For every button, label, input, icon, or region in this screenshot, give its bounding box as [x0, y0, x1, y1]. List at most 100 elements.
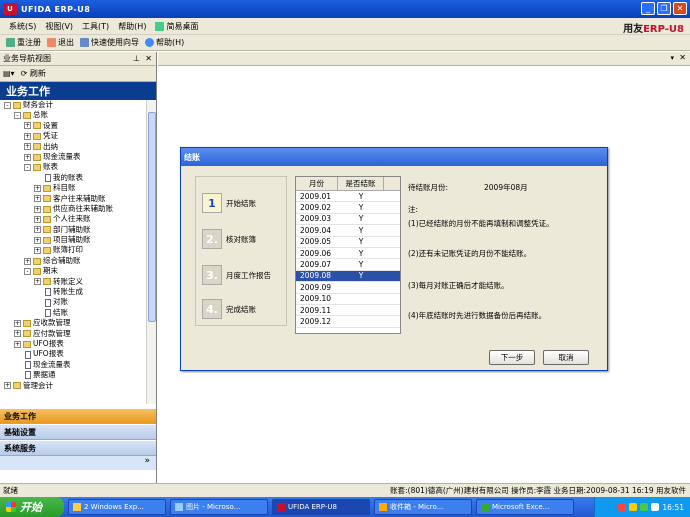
expand-icon[interactable]: +: [34, 184, 41, 192]
tray-icon-1[interactable]: [618, 503, 627, 511]
menu-tools[interactable]: 工具(T): [82, 21, 109, 32]
refresh-button[interactable]: ⟳ 刷新: [21, 68, 52, 79]
tree-item[interactable]: + 部门辅助账: [0, 225, 147, 235]
expand-chevron-icon[interactable]: »: [0, 456, 156, 470]
tree-item[interactable]: + UFO报表: [0, 339, 147, 349]
help-button[interactable]: 帮助(H): [145, 37, 184, 48]
task-excel[interactable]: Microsoft Exce...: [476, 499, 574, 515]
document-icon: [45, 309, 51, 317]
next-step-button[interactable]: 下一步: [489, 350, 535, 365]
tree-item[interactable]: 转账生成: [0, 287, 147, 297]
tree-item[interactable]: + 客户往来辅助账: [0, 194, 147, 204]
expand-icon[interactable]: +: [24, 143, 31, 151]
menu-simple-desktop[interactable]: 简易桌面: [155, 21, 198, 32]
tree-item[interactable]: + 现金流量表: [0, 152, 147, 162]
collapse-icon[interactable]: -: [24, 267, 31, 275]
tree-item[interactable]: + 项目辅助账: [0, 235, 147, 245]
tree-item[interactable]: - 期末: [0, 266, 147, 276]
tree-item[interactable]: - 账表: [0, 162, 147, 172]
tree-item[interactable]: + 应收款管理: [0, 318, 147, 328]
table-row[interactable]: 2009.07 Y: [296, 259, 400, 271]
scroll-thumb[interactable]: [148, 112, 156, 322]
tree-item[interactable]: + 账簿打印: [0, 245, 147, 255]
tree-item[interactable]: 现金流量表: [0, 360, 147, 370]
tree-item[interactable]: 我的账表: [0, 173, 147, 183]
closed-cell: [338, 305, 384, 315]
menu-view[interactable]: 视图(V): [45, 21, 73, 32]
cancel-button[interactable]: 取消: [543, 350, 589, 365]
task-windows-explorer[interactable]: 2 Windows Exp...: [68, 499, 166, 515]
expand-icon[interactable]: +: [34, 195, 41, 203]
closed-cell: Y: [358, 237, 364, 247]
tree-item[interactable]: + 设置: [0, 121, 147, 131]
table-row[interactable]: 2009.01 Y: [296, 191, 400, 203]
re-register-button[interactable]: 重注册: [6, 37, 41, 48]
tree-item[interactable]: + 个人往来账: [0, 214, 147, 224]
expand-icon[interactable]: +: [24, 257, 31, 265]
minimize-button[interactable]: _: [641, 2, 655, 15]
expand-icon[interactable]: +: [24, 132, 31, 140]
task-ufida[interactable]: UFIDA ERP-U8: [272, 499, 370, 515]
expand-icon[interactable]: +: [34, 226, 41, 234]
tray-icon-2[interactable]: [629, 503, 638, 511]
tree-item[interactable]: UFO报表: [0, 349, 147, 359]
expand-icon[interactable]: +: [34, 278, 41, 286]
menu-help[interactable]: 帮助(H): [118, 21, 146, 32]
expand-icon[interactable]: +: [24, 153, 31, 161]
table-row[interactable]: 2009.02 Y: [296, 202, 400, 214]
tray-icon-4[interactable]: [651, 503, 660, 511]
tree-item[interactable]: + 管理会计: [0, 381, 147, 391]
close-button[interactable]: ✕: [673, 2, 687, 15]
table-row[interactable]: 2009.03 Y: [296, 214, 400, 226]
task-inbox[interactable]: 收件箱 - Micro...: [374, 499, 472, 515]
tree-item[interactable]: + 凭证: [0, 131, 147, 141]
expand-icon[interactable]: +: [34, 247, 41, 255]
view-dropdown-icon[interactable]: ▤▾: [3, 69, 15, 78]
start-button[interactable]: 开始: [0, 497, 64, 517]
collapse-icon[interactable]: -: [4, 101, 11, 109]
expand-icon[interactable]: +: [14, 330, 21, 338]
collapse-icon[interactable]: -: [24, 164, 31, 172]
expand-icon[interactable]: +: [14, 319, 21, 327]
tree-item[interactable]: + 供应商往来辅助账: [0, 204, 147, 214]
expand-icon[interactable]: +: [34, 205, 41, 213]
navtab-system-service[interactable]: 系统服务: [0, 440, 156, 456]
task-picture[interactable]: 图片 - Microso...: [170, 499, 268, 515]
table-row[interactable]: 2009.06 Y: [296, 248, 400, 260]
expand-icon[interactable]: +: [14, 340, 21, 348]
tree-item[interactable]: + 转账定义: [0, 277, 147, 287]
tree-item[interactable]: - 财务会计: [0, 100, 147, 110]
dropdown-icon[interactable]: ▾: [670, 54, 674, 62]
restore-button[interactable]: ❐: [657, 2, 671, 15]
navtab-business[interactable]: 业务工作: [0, 408, 156, 424]
expand-icon[interactable]: +: [24, 122, 31, 130]
tree-item[interactable]: + 应付款管理: [0, 329, 147, 339]
table-row[interactable]: 2009.09: [296, 282, 400, 294]
exit-button[interactable]: 退出: [47, 37, 74, 48]
collapse-icon[interactable]: -: [14, 112, 21, 120]
expand-icon[interactable]: +: [34, 215, 41, 223]
table-row[interactable]: 2009.08 Y: [296, 270, 400, 283]
table-row[interactable]: 2009.05 Y: [296, 237, 400, 248]
nav-scrollbar[interactable]: [146, 100, 156, 404]
work-close-icon[interactable]: ✕: [679, 53, 686, 62]
tray-icon-3[interactable]: [640, 503, 649, 511]
tree-item[interactable]: + 出纳: [0, 142, 147, 152]
table-row[interactable]: 2009.12: [296, 316, 400, 328]
tree-item[interactable]: 票据通: [0, 370, 147, 380]
pin-icon[interactable]: ⊥: [133, 54, 140, 63]
menu-system[interactable]: 系统(S): [9, 21, 36, 32]
navtab-basic-settings[interactable]: 基础设置: [0, 424, 156, 440]
tree-item[interactable]: 对账: [0, 297, 147, 307]
tree-item[interactable]: - 总账: [0, 110, 147, 120]
table-row[interactable]: 2009.11: [296, 305, 400, 317]
expand-icon[interactable]: +: [4, 382, 11, 390]
tree-item[interactable]: + 科目账: [0, 183, 147, 193]
expand-icon[interactable]: +: [34, 236, 41, 244]
quick-guide-button[interactable]: 快速使用向导: [80, 37, 139, 48]
nav-close-icon[interactable]: ✕: [145, 54, 152, 63]
table-row[interactable]: 2009.04 Y: [296, 225, 400, 237]
tree-item[interactable]: + 综合辅助账: [0, 256, 147, 266]
tree-item[interactable]: 结账: [0, 308, 147, 318]
table-row[interactable]: 2009.10: [296, 294, 400, 305]
